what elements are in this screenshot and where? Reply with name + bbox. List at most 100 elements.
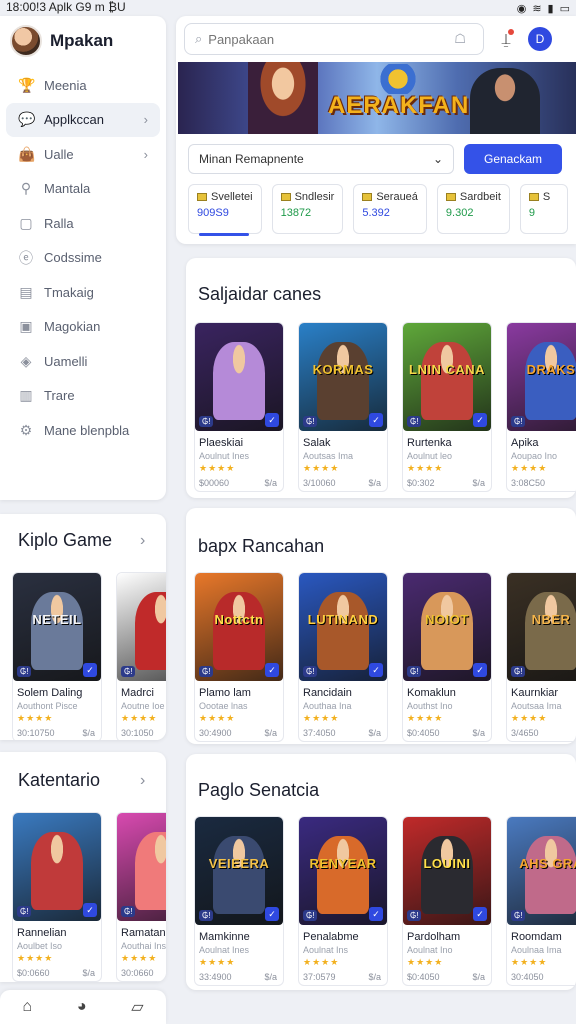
- stat-card[interactable]: Sardbeit 9.302: [436, 184, 510, 234]
- sidebar-item[interactable]: 👜 Ualle ›: [6, 137, 160, 172]
- checkmark-icon[interactable]: ✓: [369, 907, 383, 921]
- sidebar-item[interactable]: ▢ Ralla: [6, 206, 160, 241]
- game-card[interactable]: LNIN CANA ₲! ✓ Rurtenka Aoulnut leo ★★★★ $0:30…: [402, 322, 492, 492]
- checkmark-icon[interactable]: ✓: [473, 663, 487, 677]
- game-cover[interactable]: KORMAS ₲! ✓: [299, 323, 387, 431]
- game-subtitle: Aoulnat Ino: [407, 945, 453, 955]
- diamond-icon: ◈: [20, 352, 32, 369]
- game-price: $0:302: [407, 478, 435, 488]
- game-cover[interactable]: LNIN CANA ₲! ✓: [403, 323, 491, 431]
- stat-card[interactable]: Seraueá 5.392: [353, 184, 427, 234]
- platform-badge: ₲!: [407, 666, 422, 677]
- stat-label: S: [542, 191, 551, 203]
- game-subtitle: Aoutne Ioe: [121, 701, 165, 711]
- platform-badge: ₲!: [121, 666, 136, 677]
- checkmark-icon[interactable]: ✓: [369, 663, 383, 677]
- sidebar-item[interactable]: 💬 Applkccan ›: [6, 102, 160, 137]
- search-input[interactable]: [208, 31, 449, 47]
- sidebar-item[interactable]: ⚲ Mantala: [6, 172, 160, 207]
- chevron-right-icon[interactable]: ›: [140, 532, 145, 550]
- circle-e-icon: ⓔ: [19, 249, 33, 266]
- cover-title: Nottctn: [214, 611, 264, 627]
- hero-banner[interactable]: AERAKFAN: [178, 62, 576, 134]
- checkmark-icon[interactable]: ✓: [265, 413, 279, 427]
- game-card[interactable]: LUTINAND ₲! ✓ Rancidain Aouthaa Ina ★★★★ 37:40…: [298, 572, 388, 742]
- sidebar-item[interactable]: ◈ Uamelli: [6, 344, 160, 379]
- avatar[interactable]: [10, 25, 42, 57]
- sidebar-item[interactable]: ▤ Tmakaig: [6, 275, 160, 310]
- game-card[interactable]: NOIOT ₲! ✓ Komaklun Aouthst Ino ★★★★ $0:4050 $/…: [402, 572, 492, 742]
- game-title: Rancidain: [303, 687, 352, 699]
- stat-label: Seraueá: [376, 191, 418, 203]
- game-card[interactable]: ₲! ✓ Plaeskiai Aoulnut Ines ★★★★ $00060 $/a: [194, 322, 284, 492]
- game-card[interactable]: RENYEAR ₲! ✓ Penalabme Aoulnat Ins ★★★★ 37:057…: [298, 816, 388, 986]
- filter-button[interactable]: Genackam: [464, 144, 562, 174]
- game-tag: $/a: [82, 728, 95, 738]
- section-title[interactable]: Katentario: [18, 770, 100, 791]
- game-cover[interactable]: ₲!✓: [13, 813, 101, 921]
- game-card[interactable]: Nottctn ₲! ✓ Plamo lam Oootae lnas ★★★★ 30:490…: [194, 572, 284, 742]
- checkmark-icon[interactable]: ✓: [83, 903, 97, 917]
- document-icon[interactable]: ▱: [131, 997, 143, 1017]
- filter-select[interactable]: Minan Remapnente ⌄: [188, 144, 454, 174]
- brand[interactable]: Mpakan: [0, 16, 166, 66]
- home-icon[interactable]: ⌂: [22, 998, 32, 1016]
- game-card[interactable]: NBER₲!✓KaurnkiarAoutsaa Ima★★★★3/4650$/a: [506, 572, 576, 742]
- game-cover[interactable]: AHS GRA₲!✓: [507, 817, 576, 925]
- game-controller-icon[interactable]: ◕: [77, 998, 87, 1016]
- banner-hero-left: [248, 62, 318, 134]
- square-icon: ▢: [19, 214, 33, 231]
- search-box[interactable]: ⌕ ☖: [184, 23, 484, 55]
- coin-icon: [528, 193, 539, 201]
- sidebar-item[interactable]: ⚙ Mane blenpbla: [6, 413, 160, 448]
- game-cover[interactable]: ₲!✓: [117, 813, 166, 921]
- stat-card[interactable]: Svelletei 909S9: [188, 184, 262, 236]
- game-card[interactable]: VEIEERA ₲! ✓ Mamkinne Aoulnat Ines ★★★★ 33:490…: [194, 816, 284, 986]
- game-card[interactable]: ₲!✓RamatannAouthai Ins★★★★30:0660$/a: [116, 812, 166, 982]
- section-title[interactable]: Kiplo Game: [18, 530, 112, 551]
- platform-badge: ₲!: [511, 910, 526, 921]
- star-rating: ★★★★: [511, 463, 548, 473]
- stat-card[interactable]: S9: [519, 184, 568, 234]
- game-card[interactable]: NETEIL ₲! ✓ Solem Daling Aouthont Pisce ★★★★ 3…: [12, 572, 102, 740]
- notification-button[interactable]: ⍊: [492, 25, 520, 53]
- game-cover[interactable]: NBER₲!✓: [507, 573, 576, 681]
- checkmark-icon[interactable]: ✓: [265, 907, 279, 921]
- game-card[interactable]: DRAKS₲!✓ApikaAoupao Ino★★★★3:08C50$/a: [506, 322, 576, 492]
- checkmark-icon[interactable]: ✓: [369, 413, 383, 427]
- game-cover[interactable]: LUTINAND ₲! ✓: [299, 573, 387, 681]
- game-cover[interactable]: NETEIL ₲! ✓: [13, 573, 101, 681]
- game-card[interactable]: AHS GRA₲!✓RoomdamAoulnaa Ima★★★★30:4050$…: [506, 816, 576, 986]
- cover-title: LNIN CANA: [409, 361, 485, 377]
- game-cover[interactable]: ₲!✓: [117, 573, 166, 681]
- user-avatar[interactable]: D: [528, 27, 552, 51]
- game-cover[interactable]: VEIEERA ₲! ✓: [195, 817, 283, 925]
- bookmark-icon[interactable]: ☖: [454, 31, 466, 47]
- game-card[interactable]: LOUINI ₲! ✓ Pardolham Aoulnat Ino ★★★★ $0:4050…: [402, 816, 492, 986]
- checkmark-icon[interactable]: ✓: [265, 663, 279, 677]
- stat-card[interactable]: Sndlesir 13872: [271, 184, 344, 234]
- game-cover[interactable]: Nottctn ₲! ✓: [195, 573, 283, 681]
- checkmark-icon[interactable]: ✓: [83, 663, 97, 677]
- sidebar-item[interactable]: ▥ Trare: [6, 379, 160, 414]
- checkmark-icon[interactable]: ✓: [473, 907, 487, 921]
- sidebar-item[interactable]: 🏆 Meenia: [6, 68, 160, 103]
- game-price: 37:4050: [303, 728, 336, 738]
- sidebar-item-label: Trare: [44, 388, 75, 404]
- stat-value: 909S9: [197, 207, 229, 219]
- chevron-right-icon[interactable]: ›: [140, 772, 145, 790]
- checkmark-icon[interactable]: ✓: [473, 413, 487, 427]
- game-card[interactable]: ₲!✓MadrciAoutne Ioe★★★★30:1050$/a: [116, 572, 166, 740]
- game-cover[interactable]: RENYEAR ₲! ✓: [299, 817, 387, 925]
- sidebar-item[interactable]: ▣ Magokian: [6, 310, 160, 345]
- game-subtitle: Oootae lnas: [199, 701, 248, 711]
- game-tag: $/a: [264, 728, 277, 738]
- game-card[interactable]: ₲! ✓ Rannelian Aoulbet Iso ★★★★ $0:0660 $/a: [12, 812, 102, 982]
- sidebar-item[interactable]: ⓔ Codssime: [6, 241, 160, 276]
- platform-badge: ₲!: [199, 910, 214, 921]
- game-cover[interactable]: LOUINI ₲! ✓: [403, 817, 491, 925]
- game-cover[interactable]: NOIOT ₲! ✓: [403, 573, 491, 681]
- game-cover[interactable]: ₲!✓: [195, 323, 283, 431]
- game-cover[interactable]: DRAKS₲!✓: [507, 323, 576, 431]
- game-card[interactable]: KORMAS ₲! ✓ Salak Aoutsas Ima ★★★★ 3/10060 $/a: [298, 322, 388, 492]
